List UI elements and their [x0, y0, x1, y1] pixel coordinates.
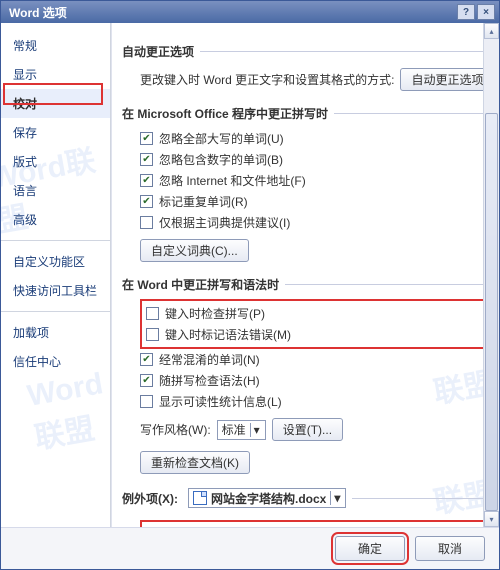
- checkbox-internet[interactable]: ✔: [140, 174, 153, 187]
- label: 显示可读性统计信息(L): [159, 393, 282, 410]
- sidebar: 常规 显示 校对 保存 版式 语言 高级 自定义功能区 快速访问工具栏 加载项 …: [1, 23, 111, 527]
- red-highlight-checks: 键入时检查拼写(P) 键入时标记语法错误(M): [140, 299, 491, 349]
- sidebar-item-trust[interactable]: 信任中心: [1, 347, 110, 376]
- checkbox-check-spelling[interactable]: [146, 307, 159, 320]
- section-label: 在 Microsoft Office 程序中更正拼写时: [122, 105, 328, 122]
- section-office: 在 Microsoft Office 程序中更正拼写时: [122, 93, 491, 128]
- cancel-button[interactable]: 取消: [415, 536, 485, 561]
- writing-style-label: 写作风格(W):: [140, 421, 211, 438]
- label: 键入时检查拼写(P): [165, 305, 265, 322]
- label: 标记重复单词(R): [159, 193, 248, 210]
- label: 仅根据主词典提供建议(I): [159, 214, 290, 231]
- sidebar-item-layout[interactable]: 版式: [1, 147, 110, 176]
- section-autocorrect: 自动更正选项: [122, 31, 491, 66]
- checkbox-main-dict[interactable]: [140, 216, 153, 229]
- writing-style-combo[interactable]: 标准 ▾: [217, 420, 266, 440]
- exceptions-label: 例外项(X):: [122, 490, 178, 507]
- window-title: Word 选项: [9, 4, 67, 21]
- sidebar-item-customize-ribbon[interactable]: 自定义功能区: [1, 247, 110, 276]
- section-exceptions: 例外项(X): 网站金字塔结构.docx ▾: [122, 476, 491, 514]
- section-word-proof: 在 Word 中更正拼写和语法时: [122, 264, 491, 299]
- document-icon: [193, 491, 207, 505]
- dialog-footer: 确定 取消: [1, 527, 499, 569]
- sidebar-item-addins[interactable]: 加载项: [1, 318, 110, 347]
- checkbox-repeated[interactable]: ✔: [140, 195, 153, 208]
- checkbox-mark-grammar[interactable]: [146, 328, 159, 341]
- sidebar-item-display[interactable]: 显示: [1, 60, 110, 89]
- scroll-thumb[interactable]: [485, 113, 498, 511]
- watermark: Word联盟: [25, 367, 116, 458]
- scrollbar[interactable]: ▴ ▾: [483, 23, 499, 527]
- autocorrect-desc: 更改键入时 Word 更正文字和设置其格式的方式:: [140, 71, 394, 88]
- custom-dictionaries-button[interactable]: 自定义词典(C)...: [140, 239, 249, 262]
- label: 键入时标记语法错误(M): [165, 326, 291, 343]
- title-bar: Word 选项 ? ×: [1, 1, 499, 23]
- sidebar-item-advanced[interactable]: 高级: [1, 205, 110, 234]
- combo-value: 网站金字塔结构.docx: [211, 490, 326, 507]
- label: 随拼写检查语法(H): [159, 372, 260, 389]
- exceptions-doc-combo[interactable]: 网站金字塔结构.docx ▾: [188, 488, 346, 508]
- sidebar-item-general[interactable]: 常规: [1, 31, 110, 60]
- label: 忽略 Internet 和文件地址(F): [159, 172, 306, 189]
- sidebar-item-language[interactable]: 语言: [1, 176, 110, 205]
- recheck-doc-button[interactable]: 重新检查文档(K): [140, 451, 250, 474]
- help-button[interactable]: ?: [457, 4, 475, 20]
- checkbox-uppercase[interactable]: ✔: [140, 132, 153, 145]
- chevron-down-icon: ▾: [250, 423, 263, 437]
- label: 忽略全部大写的单词(U): [159, 130, 284, 147]
- ok-button[interactable]: 确定: [335, 536, 405, 561]
- checkbox-confused[interactable]: ✔: [140, 353, 153, 366]
- content-pane: 联盟 联盟 自动更正选项 更改键入时 Word 更正文字和设置其格式的方式: 自…: [111, 23, 499, 527]
- label: 忽略包含数字的单词(B): [159, 151, 283, 168]
- chevron-down-icon: ▾: [330, 491, 343, 505]
- section-label: 在 Word 中更正拼写和语法时: [122, 276, 279, 293]
- label: 经常混淆的单词(N): [159, 351, 260, 368]
- sidebar-item-save[interactable]: 保存: [1, 118, 110, 147]
- scroll-down-icon[interactable]: ▾: [484, 511, 499, 527]
- sidebar-item-quick-access[interactable]: 快速访问工具栏: [1, 276, 110, 305]
- checkbox-readability[interactable]: [140, 395, 153, 408]
- combo-value: 标准: [222, 421, 246, 438]
- close-button[interactable]: ×: [477, 4, 495, 20]
- sidebar-item-proofing[interactable]: 校对: [1, 89, 110, 118]
- settings-button[interactable]: 设置(T)...: [272, 418, 343, 441]
- checkbox-grammar-spell[interactable]: ✔: [140, 374, 153, 387]
- section-label: 自动更正选项: [122, 43, 194, 60]
- scroll-up-icon[interactable]: ▴: [484, 23, 499, 39]
- red-highlight-exceptions: ✔只隐藏此文档中的拼写错误(S) ✔只隐藏此文档中的语法错误(D): [140, 520, 491, 527]
- checkbox-numbers[interactable]: ✔: [140, 153, 153, 166]
